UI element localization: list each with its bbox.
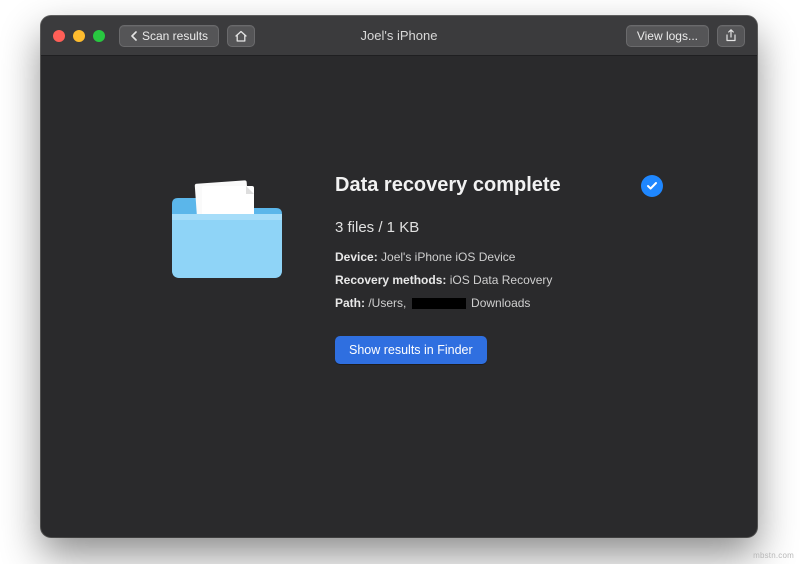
chevron-left-icon — [130, 31, 138, 41]
home-icon — [234, 30, 248, 42]
device-line: Device: Joel's iPhone iOS Device — [335, 246, 663, 269]
methods-label: Recovery methods: — [335, 273, 446, 287]
folder-icon — [166, 174, 286, 284]
device-value: Joel's iPhone iOS Device — [381, 250, 515, 264]
traffic-lights — [53, 30, 105, 42]
back-button-label: Scan results — [142, 29, 208, 43]
path-label: Path: — [335, 296, 365, 310]
result-summary: 3 files / 1 KB — [335, 219, 663, 236]
back-scan-results-button[interactable]: Scan results — [119, 25, 219, 47]
methods-value: iOS Data Recovery — [450, 273, 553, 287]
path-suffix: Downloads — [471, 296, 530, 310]
content-area: Data recovery complete 3 files / 1 KB De… — [41, 56, 757, 537]
path-redacted — [412, 298, 466, 309]
app-window: Scan results Joel's iPhone View logs... — [41, 16, 757, 537]
share-button[interactable] — [717, 25, 745, 47]
methods-line: Recovery methods: iOS Data Recovery — [335, 269, 663, 292]
result-heading: Data recovery complete — [335, 174, 561, 197]
success-check-icon — [641, 175, 663, 197]
watermark-text: mbstn.com — [753, 551, 794, 560]
titlebar: Scan results Joel's iPhone View logs... — [41, 16, 757, 56]
share-icon — [725, 29, 737, 42]
view-logs-button[interactable]: View logs... — [626, 25, 709, 47]
result-info: Data recovery complete 3 files / 1 KB De… — [335, 174, 663, 364]
path-line: Path: /Users, Downloads — [335, 292, 663, 315]
minimize-window-button[interactable] — [73, 30, 85, 42]
home-button[interactable] — [227, 25, 255, 47]
folder-illustration — [161, 174, 291, 284]
result-details: Device: Joel's iPhone iOS Device Recover… — [335, 246, 663, 314]
device-label: Device: — [335, 250, 378, 264]
zoom-window-button[interactable] — [93, 30, 105, 42]
show-in-finder-button[interactable]: Show results in Finder — [335, 336, 487, 364]
path-prefix: /Users, — [368, 296, 406, 310]
view-logs-label: View logs... — [637, 29, 698, 43]
close-window-button[interactable] — [53, 30, 65, 42]
